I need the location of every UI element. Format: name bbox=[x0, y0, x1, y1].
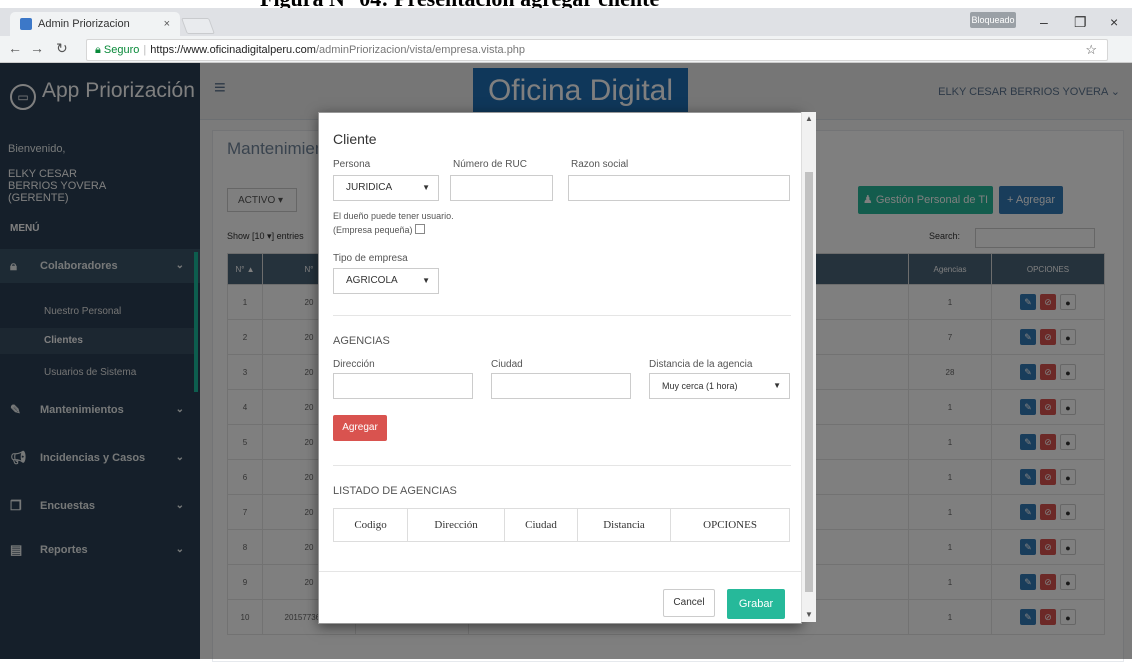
browser-tab-bar: Admin Priorizacion × Bloqueado – ❐ × bbox=[0, 8, 1132, 36]
window-badge: Bloqueado bbox=[970, 12, 1016, 28]
bookmark-star-icon[interactable]: ☆ bbox=[1085, 40, 1097, 60]
caret-down-icon: ▼ bbox=[422, 183, 430, 192]
new-tab-button[interactable] bbox=[181, 18, 215, 34]
modal-scrollbar[interactable]: ▲ ▼ bbox=[801, 112, 816, 622]
razon-social-label: Razon social bbox=[571, 159, 629, 170]
url-domain: https://www.oficinadigitalperu.com bbox=[150, 44, 316, 56]
agencias-section-title: AGENCIAS bbox=[333, 335, 390, 347]
address-bar-row: ← → ↻ 🔒︎ Seguro | https://www.oficinadigit… bbox=[0, 36, 1132, 63]
distancia-label: Distancia de la agencia bbox=[649, 359, 753, 370]
modal-title: Cliente bbox=[333, 131, 377, 147]
ciudad-label: Ciudad bbox=[491, 359, 523, 370]
secure-label: Seguro bbox=[103, 44, 140, 56]
divider bbox=[333, 465, 791, 466]
checkbox[interactable] bbox=[414, 224, 425, 234]
minimize-icon[interactable]: – bbox=[1040, 14, 1048, 30]
forward-icon[interactable]: → bbox=[30, 40, 44, 56]
persona-select[interactable]: JURIDICA ▼ bbox=[333, 175, 439, 201]
distancia-select[interactable]: Muy cerca (1 hora) ▼ bbox=[649, 373, 790, 399]
persona-label: Persona bbox=[333, 159, 371, 170]
cancel-button[interactable]: Cancel bbox=[663, 589, 715, 617]
column-header: Ciudad bbox=[504, 508, 578, 542]
column-header: Dirección bbox=[407, 508, 506, 542]
scroll-down-icon[interactable]: ▼ bbox=[805, 610, 813, 619]
dueno-usuario-checkbox-label[interactable]: El dueño puede tener usuario.(Empresa pe… bbox=[333, 209, 473, 237]
scroll-up-icon[interactable]: ▲ bbox=[805, 114, 813, 123]
caret-down-icon: ▼ bbox=[422, 276, 430, 285]
maximize-icon[interactable]: ❐ bbox=[1074, 14, 1087, 31]
favicon-icon bbox=[20, 18, 32, 30]
back-icon[interactable]: ← bbox=[8, 40, 22, 56]
column-header: OPCIONES bbox=[670, 508, 790, 542]
column-header: Distancia bbox=[576, 508, 672, 542]
cliente-modal: Cliente Persona JURIDICA ▼ Número de RUC … bbox=[318, 112, 802, 624]
browser-tab[interactable]: Admin Priorizacion × bbox=[10, 12, 180, 36]
column-header: Codigo bbox=[332, 508, 409, 542]
scrollbar-thumb[interactable] bbox=[805, 172, 813, 592]
ciudad-input[interactable] bbox=[491, 373, 631, 399]
razon-social-input[interactable] bbox=[568, 175, 790, 201]
caret-down-icon: ▼ bbox=[773, 381, 781, 390]
direccion-input[interactable] bbox=[333, 373, 473, 399]
tipo-empresa-select[interactable]: AGRICOLA ▼ bbox=[333, 268, 439, 294]
url-path: /adminPriorizacion/vista/empresa.vista.p… bbox=[315, 44, 526, 56]
tab-close-icon[interactable]: × bbox=[164, 12, 170, 36]
tab-title: Admin Priorizacion bbox=[38, 18, 130, 30]
save-button[interactable]: Grabar bbox=[727, 589, 785, 619]
agregar-agencia-button[interactable]: Agregar bbox=[333, 415, 387, 441]
agencias-table: Codigo Dirección Ciudad Distancia OPCION… bbox=[332, 508, 790, 542]
url-field[interactable]: 🔒︎ Seguro | https://www.oficinadigitalperu… bbox=[86, 39, 1108, 61]
tipo-empresa-label: Tipo de empresa bbox=[333, 253, 408, 264]
divider bbox=[333, 315, 791, 316]
reload-icon[interactable]: ↻ bbox=[56, 40, 68, 57]
direccion-label: Dirección bbox=[333, 359, 375, 370]
close-icon[interactable]: × bbox=[1110, 14, 1118, 30]
ruc-label: Número de RUC bbox=[453, 159, 527, 170]
ruc-input[interactable] bbox=[450, 175, 553, 201]
figure-caption: Figura N° 04: Presentación agregar clien… bbox=[0, 0, 1132, 8]
modal-footer-divider bbox=[319, 571, 801, 572]
lock-icon: 🔒︎ bbox=[95, 44, 101, 56]
listado-agencias-title: LISTADO DE AGENCIAS bbox=[333, 485, 457, 497]
